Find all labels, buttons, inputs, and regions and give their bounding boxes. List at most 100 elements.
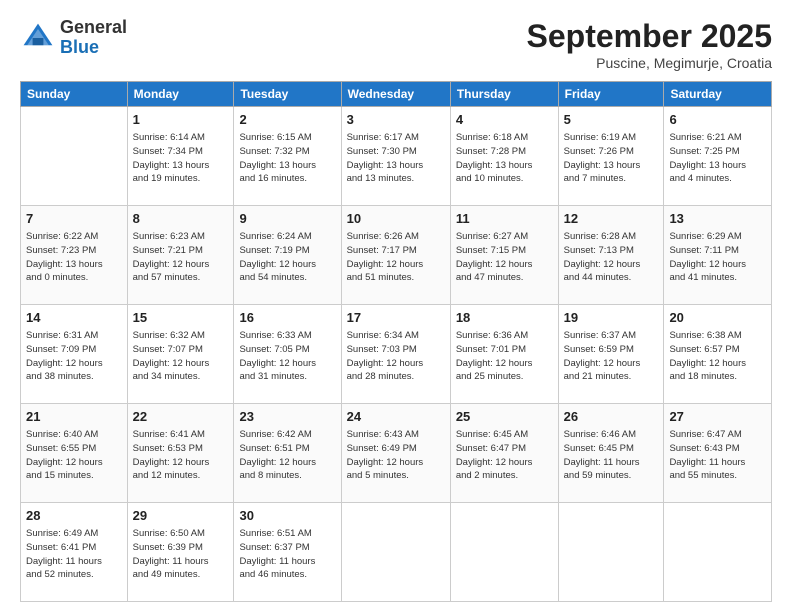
logo: General Blue [20, 18, 127, 58]
day-info: Sunrise: 6:38 AMSunset: 6:57 PMDaylight:… [669, 329, 766, 384]
calendar-week-2: 7 Sunrise: 6:22 AMSunset: 7:23 PMDaylight… [21, 206, 772, 305]
day-number: 9 [239, 210, 335, 228]
calendar-cell: 25 Sunrise: 6:45 AMSunset: 6:47 PMDayligh… [450, 404, 558, 503]
location: Puscine, Megimurje, Croatia [527, 55, 772, 71]
day-info: Sunrise: 6:24 AMSunset: 7:19 PMDaylight:… [239, 230, 335, 285]
calendar-cell: 30 Sunrise: 6:51 AMSunset: 6:37 PMDayligh… [234, 503, 341, 602]
logo-text: General Blue [60, 18, 127, 58]
day-number: 4 [456, 111, 553, 129]
day-info: Sunrise: 6:28 AMSunset: 7:13 PMDaylight:… [564, 230, 659, 285]
day-info: Sunrise: 6:23 AMSunset: 7:21 PMDaylight:… [133, 230, 229, 285]
day-info: Sunrise: 6:31 AMSunset: 7:09 PMDaylight:… [26, 329, 122, 384]
calendar-cell: 29 Sunrise: 6:50 AMSunset: 6:39 PMDayligh… [127, 503, 234, 602]
day-number: 17 [347, 309, 445, 327]
day-info: Sunrise: 6:37 AMSunset: 6:59 PMDaylight:… [564, 329, 659, 384]
calendar-cell: 17 Sunrise: 6:34 AMSunset: 7:03 PMDayligh… [341, 305, 450, 404]
day-number: 16 [239, 309, 335, 327]
day-number: 29 [133, 507, 229, 525]
day-number: 26 [564, 408, 659, 426]
calendar-cell: 23Sunrise: 6:42 AMSunset: 6:51 PMDayligh… [234, 404, 341, 503]
calendar-cell: 20 Sunrise: 6:38 AMSunset: 6:57 PMDayligh… [664, 305, 772, 404]
day-info: Sunrise: 6:19 AMSunset: 7:26 PMDaylight:… [564, 131, 659, 186]
calendar-cell: 8Sunrise: 6:23 AMSunset: 7:21 PMDaylight… [127, 206, 234, 305]
calendar-cell: 15 Sunrise: 6:32 AMSunset: 7:07 PMDayligh… [127, 305, 234, 404]
weekday-header-tuesday: Tuesday [234, 82, 341, 107]
title-block: September 2025 Puscine, Megimurje, Croat… [527, 18, 772, 71]
calendar-week-5: 28 Sunrise: 6:49 AMSunset: 6:41 PMDayligh… [21, 503, 772, 602]
day-info: Sunrise: 6:21 AMSunset: 7:25 PMDaylight:… [669, 131, 766, 186]
calendar-cell: 4 Sunrise: 6:18 AMSunset: 7:28 PMDaylight… [450, 107, 558, 206]
day-info: Sunrise: 6:29 AMSunset: 7:11 PMDaylight:… [669, 230, 766, 285]
day-info: Sunrise: 6:41 AMSunset: 6:53 PMDaylight:… [133, 428, 229, 483]
calendar-cell: 9 Sunrise: 6:24 AMSunset: 7:19 PMDaylight… [234, 206, 341, 305]
day-number: 12 [564, 210, 659, 228]
day-info: Sunrise: 6:51 AMSunset: 6:37 PMDaylight:… [239, 527, 335, 582]
weekday-header-monday: Monday [127, 82, 234, 107]
calendar-table: SundayMondayTuesdayWednesdayThursdayFrid… [20, 81, 772, 602]
day-info: Sunrise: 6:26 AMSunset: 7:17 PMDaylight:… [347, 230, 445, 285]
calendar-cell [21, 107, 128, 206]
calendar-week-1: 1 Sunrise: 6:14 AMSunset: 7:34 PMDaylight… [21, 107, 772, 206]
day-info: Sunrise: 6:14 AMSunset: 7:34 PMDaylight:… [133, 131, 229, 186]
header: General Blue September 2025 Puscine, Meg… [20, 18, 772, 71]
calendar-cell [664, 503, 772, 602]
calendar-cell: 5 Sunrise: 6:19 AMSunset: 7:26 PMDaylight… [558, 107, 664, 206]
day-info: Sunrise: 6:42 AMSunset: 6:51 PMDaylight:… [239, 428, 335, 483]
page: General Blue September 2025 Puscine, Meg… [0, 0, 792, 612]
day-info: Sunrise: 6:49 AMSunset: 6:41 PMDaylight:… [26, 527, 122, 582]
weekday-header-thursday: Thursday [450, 82, 558, 107]
day-info: Sunrise: 6:15 AMSunset: 7:32 PMDaylight:… [239, 131, 335, 186]
day-number: 7 [26, 210, 122, 228]
calendar-cell: 12 Sunrise: 6:28 AMSunset: 7:13 PMDayligh… [558, 206, 664, 305]
calendar-cell: 10 Sunrise: 6:26 AMSunset: 7:17 PMDayligh… [341, 206, 450, 305]
calendar-cell: 24 Sunrise: 6:43 AMSunset: 6:49 PMDayligh… [341, 404, 450, 503]
day-number: 30 [239, 507, 335, 525]
day-info: Sunrise: 6:32 AMSunset: 7:07 PMDaylight:… [133, 329, 229, 384]
calendar-cell: 2Sunrise: 6:15 AMSunset: 7:32 PMDaylight… [234, 107, 341, 206]
calendar-cell: 1 Sunrise: 6:14 AMSunset: 7:34 PMDaylight… [127, 107, 234, 206]
calendar-cell: 3 Sunrise: 6:17 AMSunset: 7:30 PMDaylight… [341, 107, 450, 206]
day-info: Sunrise: 6:43 AMSunset: 6:49 PMDaylight:… [347, 428, 445, 483]
calendar-cell: 27Sunrise: 6:47 AMSunset: 6:43 PMDayligh… [664, 404, 772, 503]
weekday-header-saturday: Saturday [664, 82, 772, 107]
logo-blue: Blue [60, 38, 127, 58]
day-number: 22 [133, 408, 229, 426]
day-info: Sunrise: 6:27 AMSunset: 7:15 PMDaylight:… [456, 230, 553, 285]
day-info: Sunrise: 6:34 AMSunset: 7:03 PMDaylight:… [347, 329, 445, 384]
day-info: Sunrise: 6:36 AMSunset: 7:01 PMDaylight:… [456, 329, 553, 384]
calendar-week-4: 21Sunrise: 6:40 AMSunset: 6:55 PMDayligh… [21, 404, 772, 503]
calendar-cell: 18Sunrise: 6:36 AMSunset: 7:01 PMDayligh… [450, 305, 558, 404]
day-info: Sunrise: 6:17 AMSunset: 7:30 PMDaylight:… [347, 131, 445, 186]
day-number: 21 [26, 408, 122, 426]
day-info: Sunrise: 6:45 AMSunset: 6:47 PMDaylight:… [456, 428, 553, 483]
day-number: 20 [669, 309, 766, 327]
calendar-cell: 19 Sunrise: 6:37 AMSunset: 6:59 PMDayligh… [558, 305, 664, 404]
month-title: September 2025 [527, 18, 772, 55]
day-number: 13 [669, 210, 766, 228]
day-number: 3 [347, 111, 445, 129]
day-number: 25 [456, 408, 553, 426]
calendar-cell: 11 Sunrise: 6:27 AMSunset: 7:15 PMDayligh… [450, 206, 558, 305]
calendar-cell [341, 503, 450, 602]
calendar-cell: 26 Sunrise: 6:46 AMSunset: 6:45 PMDayligh… [558, 404, 664, 503]
day-info: Sunrise: 6:46 AMSunset: 6:45 PMDaylight:… [564, 428, 659, 483]
day-number: 19 [564, 309, 659, 327]
day-number: 11 [456, 210, 553, 228]
day-number: 5 [564, 111, 659, 129]
day-info: Sunrise: 6:50 AMSunset: 6:39 PMDaylight:… [133, 527, 229, 582]
calendar-cell: 14Sunrise: 6:31 AMSunset: 7:09 PMDayligh… [21, 305, 128, 404]
calendar-cell: 22 Sunrise: 6:41 AMSunset: 6:53 PMDayligh… [127, 404, 234, 503]
day-number: 28 [26, 507, 122, 525]
day-number: 15 [133, 309, 229, 327]
calendar-cell [450, 503, 558, 602]
day-number: 10 [347, 210, 445, 228]
calendar-cell [558, 503, 664, 602]
weekday-header-row: SundayMondayTuesdayWednesdayThursdayFrid… [21, 82, 772, 107]
day-number: 27 [669, 408, 766, 426]
day-number: 24 [347, 408, 445, 426]
day-number: 1 [133, 111, 229, 129]
calendar-cell: 16Sunrise: 6:33 AMSunset: 7:05 PMDayligh… [234, 305, 341, 404]
logo-general: General [60, 18, 127, 38]
day-info: Sunrise: 6:18 AMSunset: 7:28 PMDaylight:… [456, 131, 553, 186]
day-info: Sunrise: 6:22 AMSunset: 7:23 PMDaylight:… [26, 230, 122, 285]
